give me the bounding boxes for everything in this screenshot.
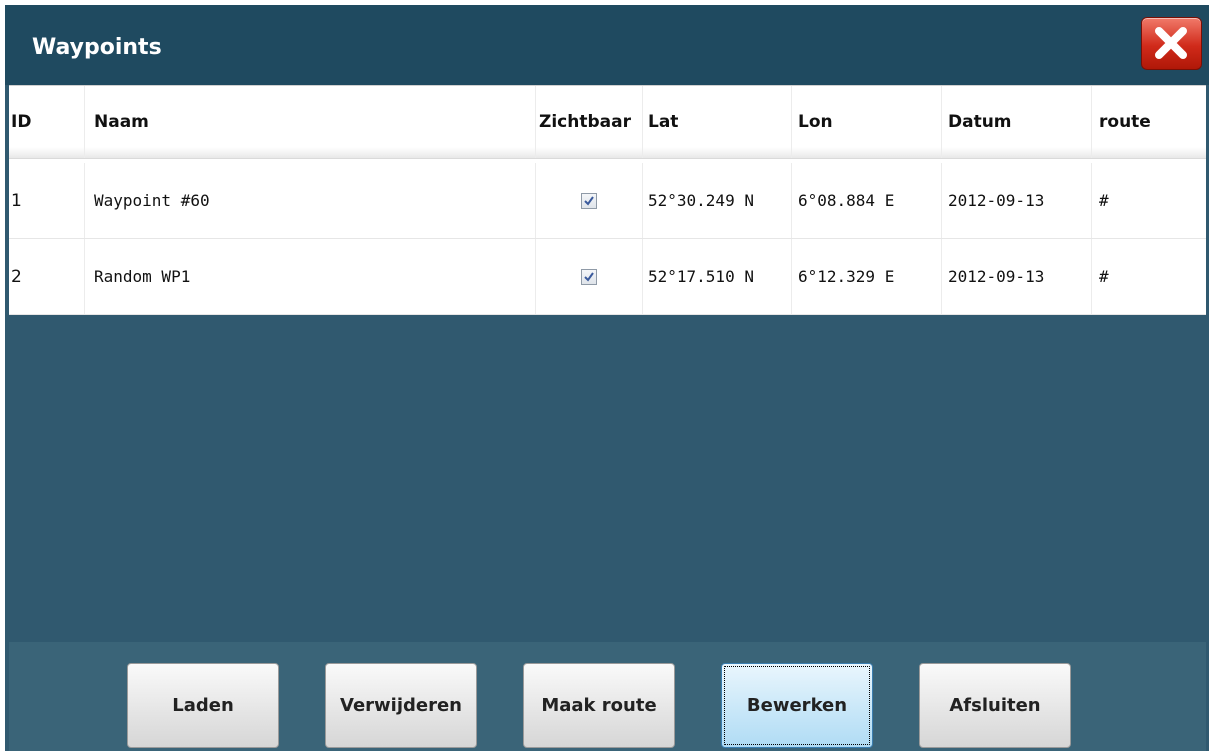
cell-naam: Random WP1 xyxy=(85,239,536,314)
checkmark-icon xyxy=(584,271,594,282)
laden-button[interactable]: Laden xyxy=(127,663,279,748)
close-icon xyxy=(1155,27,1187,59)
window-title: Waypoints xyxy=(32,35,162,60)
cell-lon: 6°08.884 E xyxy=(792,163,942,238)
cell-lon: 6°12.329 E xyxy=(792,239,942,314)
waypoints-table: ID Naam Zichtbaar Lat Lon Datum route 1 … xyxy=(9,85,1206,315)
button-bar: Laden Verwijderen Maak route Bewerken Af… xyxy=(9,642,1206,751)
title-bar: Waypoints xyxy=(5,5,1209,85)
column-header-id[interactable]: ID xyxy=(9,86,85,158)
table-row[interactable]: 1 Waypoint #60 52°30.249 N 6°08.884 E 20… xyxy=(9,163,1206,239)
cell-datum: 2012-09-13 xyxy=(942,239,1092,314)
cell-zichtbaar xyxy=(536,163,643,238)
column-header-datum[interactable]: Datum xyxy=(942,86,1092,158)
cell-naam: Waypoint #60 xyxy=(85,163,536,238)
visible-checkbox[interactable] xyxy=(581,268,597,285)
waypoints-window: Waypoints ID Naam Zichtbaar Lat Lon Datu… xyxy=(5,5,1209,751)
cell-route: # xyxy=(1099,191,1109,210)
cell-zichtbaar xyxy=(536,239,643,314)
bewerken-button[interactable]: Bewerken xyxy=(721,663,873,748)
cell-id: 2 xyxy=(9,239,85,314)
cell-id: 1 xyxy=(9,163,85,238)
column-header-route[interactable]: route xyxy=(1092,86,1206,158)
maak-route-button[interactable]: Maak route xyxy=(523,663,675,748)
verwijderen-button[interactable]: Verwijderen xyxy=(325,663,477,748)
close-button[interactable] xyxy=(1141,17,1202,70)
cell-datum: 2012-09-13 xyxy=(942,163,1092,238)
cell-lat: 52°17.510 N xyxy=(643,239,792,314)
table-header-row: ID Naam Zichtbaar Lat Lon Datum route xyxy=(9,86,1206,159)
column-header-lat[interactable]: Lat xyxy=(643,86,792,158)
table-row[interactable]: 2 Random WP1 52°17.510 N 6°12.329 E 2012… xyxy=(9,239,1206,315)
visible-checkbox[interactable] xyxy=(581,192,597,209)
checkmark-icon xyxy=(584,195,594,206)
column-header-zichtbaar[interactable]: Zichtbaar xyxy=(536,86,643,158)
cell-lat: 52°30.249 N xyxy=(643,163,792,238)
column-header-lon[interactable]: Lon xyxy=(792,86,942,158)
cell-route: # xyxy=(1099,267,1109,286)
afsluiten-button[interactable]: Afsluiten xyxy=(919,663,1071,748)
column-header-naam[interactable]: Naam xyxy=(85,86,536,158)
